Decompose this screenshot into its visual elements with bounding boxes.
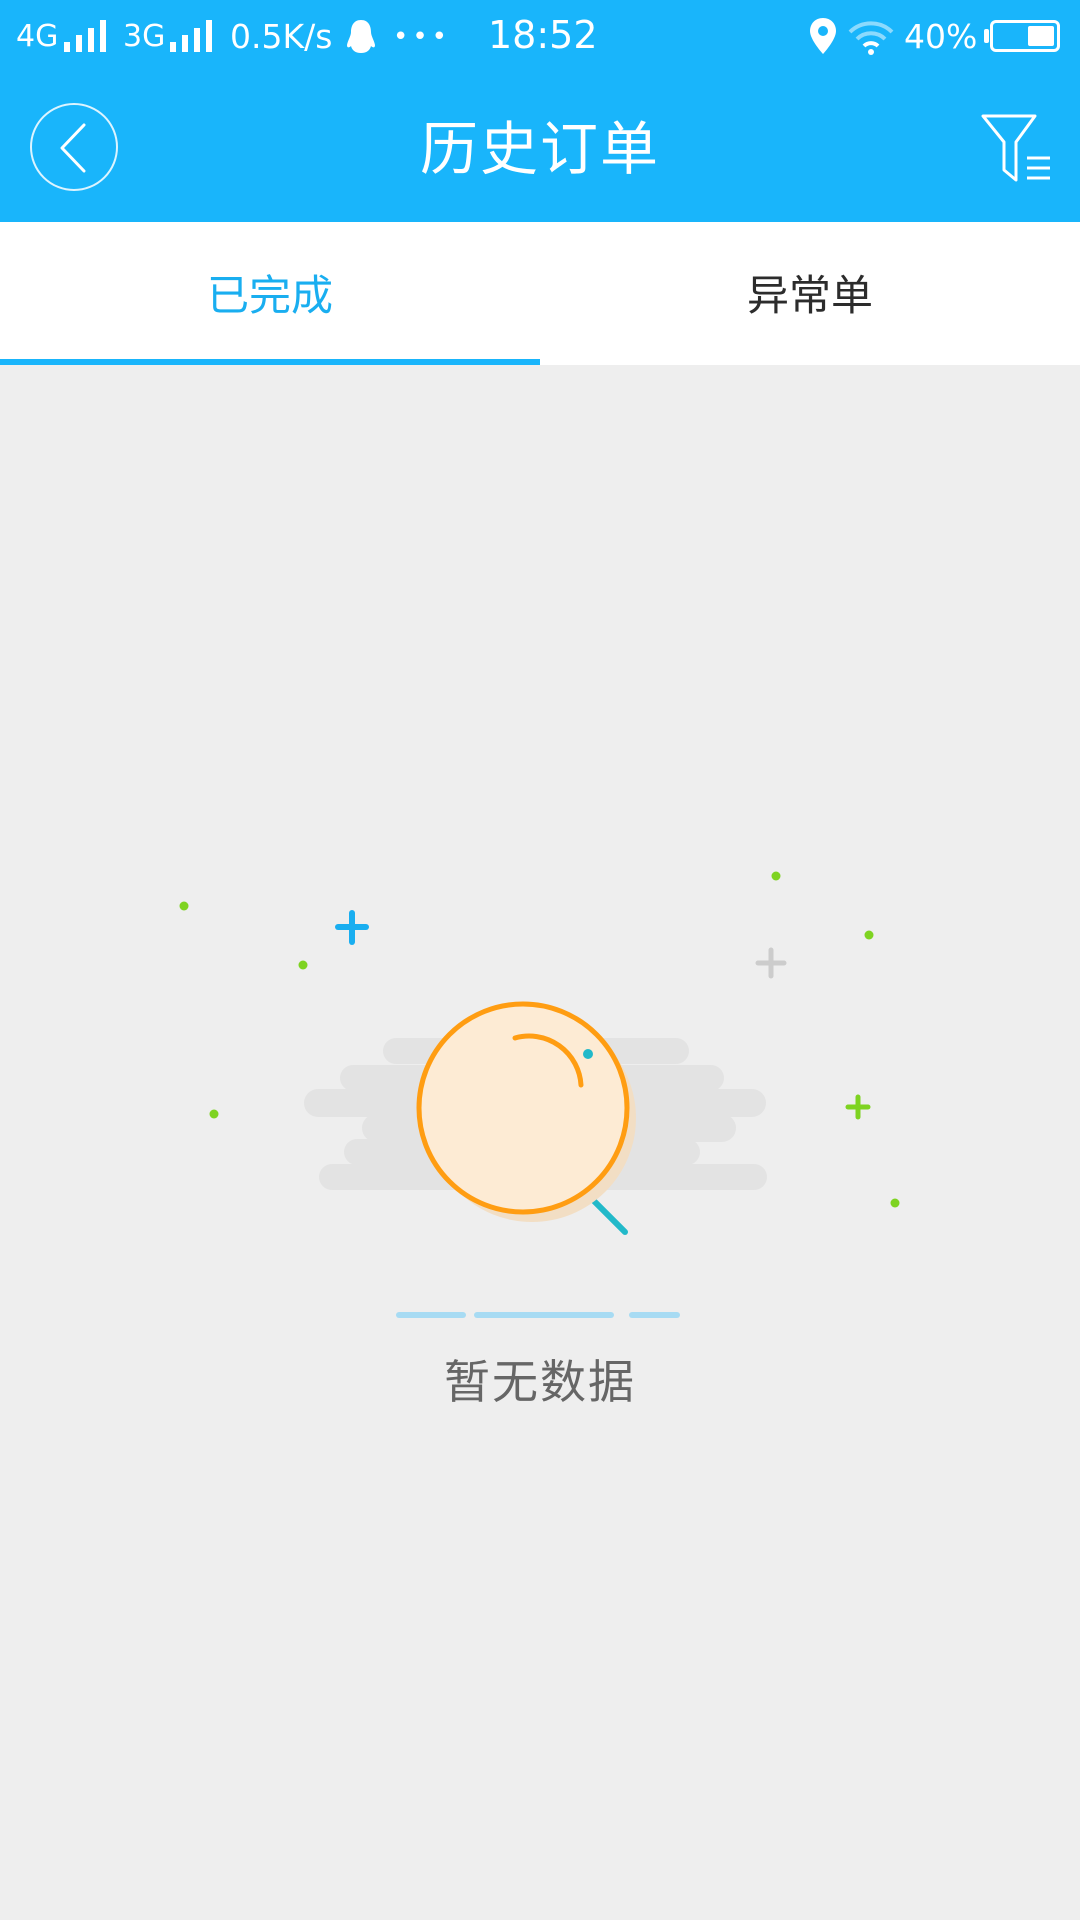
network-type-1: 4G (16, 19, 59, 54)
page-title: 历史订单 (419, 115, 660, 183)
qq-icon (347, 20, 375, 53)
tab-abnormal[interactable]: 异常单 (540, 222, 1080, 365)
location-icon (810, 18, 836, 54)
magnifier-empty-icon (179, 871, 900, 1318)
filter-button[interactable] (980, 112, 1052, 188)
battery-percent: 40% (904, 17, 978, 56)
battery-icon (990, 20, 1060, 52)
screen: 4G 3G 0.5K/s ••• 18:52 40% 历史订单 已完成 异常单 … (0, 0, 1080, 1920)
network-type-2: 3G (123, 19, 166, 54)
tab-completed[interactable]: 已完成 (0, 222, 540, 365)
battery-tip (984, 29, 989, 43)
status-bar: 4G 3G 0.5K/s ••• 18:52 40% (0, 0, 1080, 74)
app-bar: 历史订单 (0, 74, 1080, 222)
clock: 18:52 (488, 13, 598, 57)
wifi-icon (848, 21, 894, 55)
empty-state-message: 暂无数据 (444, 1355, 636, 1409)
tab-indicator (0, 359, 540, 365)
tab-bar: 已完成 异常单 (0, 222, 1080, 365)
network-speed: 0.5K/s (230, 17, 333, 56)
more-dots: ••• (393, 22, 452, 52)
signal-icon (64, 20, 108, 52)
signal-icon-2 (170, 20, 214, 52)
filter-icon (981, 114, 1050, 182)
